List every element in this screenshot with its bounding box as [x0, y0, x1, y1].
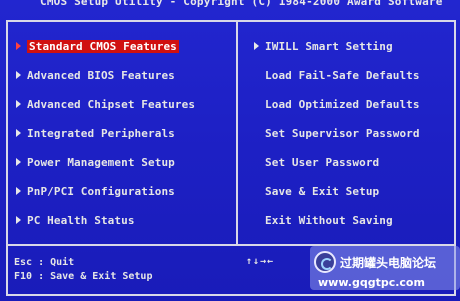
menu-item-label: IWILL Smart Setting [265, 39, 393, 53]
menu-item-load-fail-safe-defaults[interactable]: Load Fail-Safe Defaults [265, 68, 420, 82]
menu-item-label: Advanced Chipset Features [27, 97, 196, 111]
arrow-right-icon [16, 129, 21, 137]
menu-item-label: Power Management Setup [27, 155, 175, 169]
menu-item-label: PnP/PCI Configurations [27, 184, 175, 198]
menu-item-pc-health-status[interactable]: PC Health Status [16, 213, 135, 227]
navigation-keys: ↑↓→← [246, 256, 275, 267]
menu-item-set-supervisor-password[interactable]: Set Supervisor Password [265, 126, 420, 140]
menu-item-load-optimized-defaults[interactable]: Load Optimized Defaults [265, 97, 420, 111]
menu-item-label: Load Fail-Safe Defaults [265, 68, 420, 82]
arrow-right-icon [16, 100, 21, 108]
footer-esc-hint: Esc : Quit [14, 257, 75, 268]
menu-item-label: Integrated Peripherals [27, 126, 175, 140]
watermark-url: www.gqgtpc.com [318, 276, 425, 289]
watermark-logo-icon [314, 251, 336, 273]
footer-f10-hint: F10 : Save & Exit Setup [14, 271, 153, 282]
menu-item-power-management-setup[interactable]: Power Management Setup [16, 155, 175, 169]
menu-item-iwill-smart-setting[interactable]: IWILL Smart Setting [254, 39, 393, 53]
arrow-right-icon [16, 158, 21, 166]
arrow-right-icon [16, 42, 21, 50]
watermark-text: 过期罐头电脑论坛 [340, 256, 437, 270]
menu-item-label: Set Supervisor Password [265, 126, 420, 140]
menu-item-label: PC Health Status [27, 213, 135, 227]
menu-item-label: Standard CMOS Features [27, 39, 179, 53]
arrow-right-icon [254, 42, 259, 50]
arrow-right-icon [16, 71, 21, 79]
menu-item-pnp-pci-configurations[interactable]: PnP/PCI Configurations [16, 184, 175, 198]
menu-item-label: Load Optimized Defaults [265, 97, 420, 111]
menu-item-advanced-bios-features[interactable]: Advanced BIOS Features [16, 68, 175, 82]
menu-item-exit-without-saving[interactable]: Exit Without Saving [265, 213, 393, 227]
menu-item-set-user-password[interactable]: Set User Password [265, 155, 379, 169]
menu-item-standard-cmos-features[interactable]: Standard CMOS Features [16, 39, 179, 53]
arrow-right-icon [16, 187, 21, 195]
menu-item-integrated-peripherals[interactable]: Integrated Peripherals [16, 126, 175, 140]
title-bar: CMOS Setup Utility - Copyright (C) 1984-… [0, 0, 460, 13]
title-text: CMOS Setup Utility - Copyright (C) 1984-… [40, 0, 443, 8]
menu-item-label: Advanced BIOS Features [27, 68, 175, 82]
menu-item-label: Save & Exit Setup [265, 184, 380, 198]
arrow-right-icon [16, 216, 21, 224]
column-divider [236, 20, 238, 244]
watermark: 过期罐头电脑论坛 www.gqgtpc.com [310, 246, 460, 296]
menu-item-advanced-chipset-features[interactable]: Advanced Chipset Features [16, 97, 195, 111]
menu-item-label: Set User Password [265, 155, 380, 169]
menu-item-label: Exit Without Saving [265, 213, 393, 227]
menu-item-save-exit-setup[interactable]: Save & Exit Setup [265, 184, 379, 198]
bios-screen: CMOS Setup Utility - Copyright (C) 1984-… [0, 0, 460, 301]
